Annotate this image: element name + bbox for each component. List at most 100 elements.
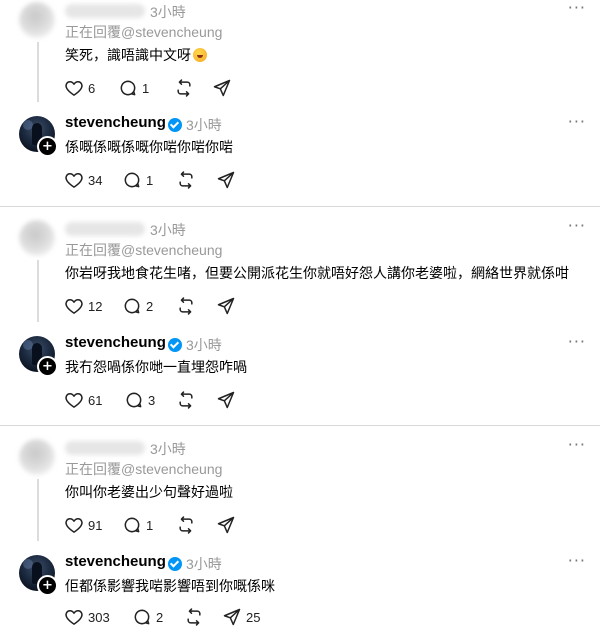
share-button[interactable] <box>212 77 232 99</box>
post-text: 我冇怨喎係你哋一直埋怨咋喎 <box>65 359 247 375</box>
comment-count: 1 <box>146 172 154 188</box>
username[interactable]: stevencheung <box>65 114 166 131</box>
share-icon <box>213 79 231 97</box>
share-button[interactable] <box>216 295 236 317</box>
post-text: 笑死，識唔識中文呀 <box>65 45 207 65</box>
username[interactable]: stevencheung <box>65 553 166 570</box>
rofl-emoji <box>193 48 207 62</box>
like-button[interactable]: 91 <box>64 514 102 536</box>
like-count: 303 <box>88 609 110 625</box>
like-count: 6 <box>88 80 96 96</box>
follow-plus-icon[interactable]: + <box>37 356 58 377</box>
heart-icon <box>65 518 83 533</box>
comment-count: 1 <box>142 80 150 96</box>
follow-plus-icon[interactable]: + <box>37 136 58 157</box>
heart-icon <box>65 173 83 188</box>
repost-button[interactable] <box>176 169 196 191</box>
post-text: 你叫你老婆出少句聲好過啦 <box>65 484 233 500</box>
repost-button[interactable] <box>176 389 196 411</box>
like-button[interactable]: 61 <box>64 389 102 411</box>
comment-count: 2 <box>146 298 154 314</box>
share-button[interactable] <box>216 514 236 536</box>
comment-button[interactable]: 2 <box>122 295 153 317</box>
repost-button[interactable] <box>176 295 196 317</box>
comment-icon <box>134 609 150 625</box>
heart-icon <box>65 81 83 96</box>
post-text: 佢都係影響我啱影響唔到你嘅係咪 <box>65 578 275 594</box>
repost-button[interactable] <box>184 606 204 628</box>
blurred-username[interactable] <box>65 441 145 455</box>
heart-icon <box>65 299 83 314</box>
post-time: 3小時 <box>186 117 222 133</box>
comment-button[interactable]: 1 <box>122 514 153 536</box>
replying-to: 正在回覆@stevencheung <box>65 242 223 258</box>
share-button[interactable] <box>216 389 236 411</box>
like-button[interactable]: 303 <box>64 606 110 628</box>
share-icon <box>217 297 235 315</box>
share-icon <box>217 516 235 534</box>
avatar[interactable] <box>19 220 55 256</box>
more-icon[interactable]: ··· <box>568 332 586 351</box>
thread-separator <box>0 425 600 426</box>
like-count: 34 <box>88 172 103 188</box>
share-icon <box>217 391 235 409</box>
like-button[interactable]: 34 <box>64 169 102 191</box>
thread-line <box>37 479 39 541</box>
like-button[interactable]: 12 <box>64 295 102 317</box>
follow-plus-icon[interactable]: + <box>37 575 58 596</box>
comment-button[interactable]: 2 <box>132 606 163 628</box>
replying-to: 正在回覆@stevencheung <box>65 24 223 40</box>
share-button[interactable] <box>216 169 236 191</box>
like-count: 61 <box>88 392 103 408</box>
avatar[interactable] <box>19 439 55 475</box>
blurred-username[interactable] <box>65 4 145 18</box>
verified-badge-icon <box>168 118 182 132</box>
more-icon[interactable]: ··· <box>568 551 586 570</box>
comment-icon <box>120 80 136 96</box>
thread-line <box>37 260 39 322</box>
heart-icon <box>65 393 83 408</box>
more-icon[interactable]: ··· <box>568 0 586 17</box>
more-icon[interactable]: ··· <box>568 435 586 454</box>
verified-badge-icon <box>168 557 182 571</box>
repost-icon <box>179 516 193 534</box>
post-text: 你岩呀我地食花生啫，但要公開派花生你就唔好怨人講你老婆啦，網絡世界就係咁 <box>65 265 569 281</box>
heart-icon <box>65 610 83 625</box>
comment-count: 3 <box>148 392 156 408</box>
like-count: 91 <box>88 517 103 533</box>
share-icon <box>217 171 235 189</box>
repost-icon <box>187 608 201 626</box>
comment-button[interactable]: 3 <box>124 389 155 411</box>
comment-icon <box>124 172 140 188</box>
repost-icon <box>179 297 193 315</box>
replying-to: 正在回覆@stevencheung <box>65 461 223 477</box>
comment-count: 1 <box>146 517 154 533</box>
post-time: 3小時 <box>150 222 186 238</box>
repost-button[interactable] <box>176 514 196 536</box>
like-count: 12 <box>88 298 103 314</box>
thread-line <box>37 42 39 102</box>
post-time: 3小時 <box>186 556 222 572</box>
comment-count: 2 <box>156 609 164 625</box>
share-count: 25 <box>246 609 261 625</box>
post-time: 3小時 <box>186 337 222 353</box>
post-time: 3小時 <box>150 4 186 20</box>
share-button[interactable]: 25 <box>222 606 260 628</box>
repost-icon <box>177 79 191 97</box>
blurred-username[interactable] <box>65 222 145 236</box>
share-icon <box>223 608 241 626</box>
repost-icon <box>179 171 193 189</box>
thread-separator <box>0 206 600 207</box>
comment-icon <box>124 298 140 314</box>
username[interactable]: stevencheung <box>65 334 166 351</box>
comment-button[interactable]: 1 <box>118 77 149 99</box>
repost-icon <box>179 391 193 409</box>
comment-button[interactable]: 1 <box>122 169 153 191</box>
repost-button[interactable] <box>174 77 194 99</box>
avatar[interactable] <box>19 2 55 38</box>
more-icon[interactable]: ··· <box>568 216 586 235</box>
comment-icon <box>124 517 140 533</box>
more-icon[interactable]: ··· <box>568 112 586 131</box>
like-button[interactable]: 6 <box>64 77 95 99</box>
verified-badge-icon <box>168 338 182 352</box>
